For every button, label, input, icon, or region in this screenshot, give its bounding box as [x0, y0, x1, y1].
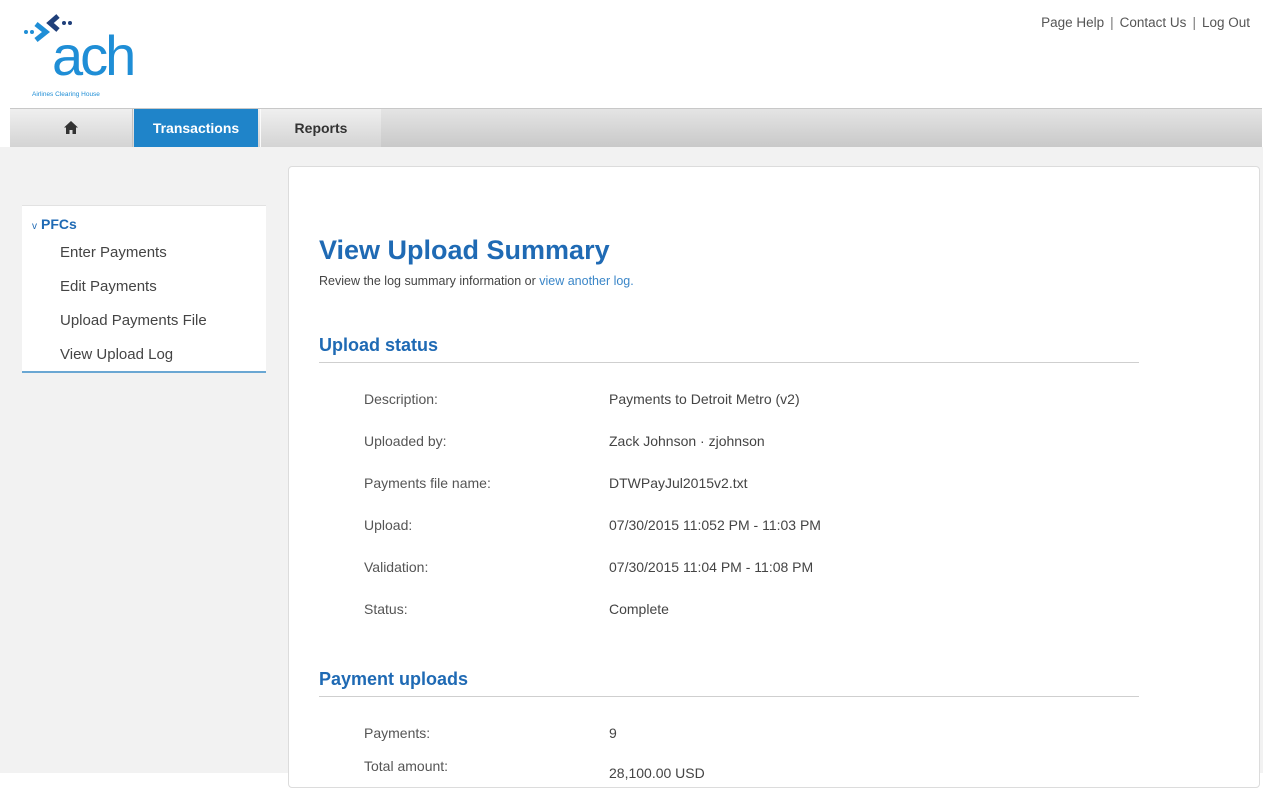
nav-filler [381, 109, 1262, 147]
link-separator: | [1110, 15, 1114, 30]
payments-value: 9 [609, 725, 617, 741]
header: ach Airlines Clearing House Page Help | Co… [0, 0, 1263, 108]
description-label: Description: [364, 391, 438, 407]
sidebar-item-view-upload-log[interactable]: View Upload Log [60, 346, 173, 363]
status-value: Complete [609, 601, 669, 617]
upload-value: 07/30/2015 11:052 PM - 11:03 PM [609, 517, 821, 533]
sidebar-item-enter-payments[interactable]: Enter Payments [60, 244, 167, 261]
sidebar: v PFCs Enter Payments Edit Payments Uploa… [22, 205, 266, 373]
content-panel: View Upload Summary Review the log summa… [288, 166, 1260, 788]
payments-label: Payments: [364, 725, 431, 741]
contact-us-link[interactable]: Contact Us [1120, 15, 1187, 30]
file-name-label: Payments file name: [364, 475, 491, 491]
sidebar-item-upload-payments-file[interactable]: Upload Payments File [60, 312, 207, 329]
logo-text: ach [52, 24, 136, 87]
file-name-value: DTWPayJul2015v2.txt [609, 475, 748, 491]
main-nav: Transactions Reports [10, 108, 1262, 148]
validation-label: Validation: [364, 559, 429, 575]
sidebar-item-edit-payments[interactable]: Edit Payments [60, 278, 157, 295]
page-title: View Upload Summary [319, 235, 610, 265]
section-title-payment-uploads: Payment uploads [319, 669, 1139, 697]
status-label: Status: [364, 601, 408, 617]
intro-prefix: Review the log summary information or [319, 274, 540, 288]
section-title-upload-status: Upload status [319, 335, 1139, 363]
sidebar-heading-pfcs[interactable]: v PFCs [32, 216, 77, 232]
nav-home[interactable] [10, 109, 133, 147]
validation-value: 07/30/2015 11:04 PM - 11:08 PM [609, 559, 814, 575]
ach-logo[interactable]: ach Airlines Clearing House [22, 10, 162, 104]
top-links: Page Help | Contact Us | Log Out [1041, 15, 1250, 30]
uploaded-by-value: Zack Johnson · zjohnson [609, 433, 765, 449]
upload-label: Upload: [364, 517, 413, 533]
link-separator: | [1192, 15, 1196, 30]
nav-transactions[interactable]: Transactions [134, 109, 258, 147]
view-another-log-link[interactable]: view another log. [539, 274, 634, 288]
nav-reports[interactable]: Reports [260, 109, 382, 147]
logo-tagline: Airlines Clearing House [32, 91, 100, 98]
total-amount-value: 28,100.00 USD [609, 765, 705, 781]
description-value: Payments to Detroit Metro (v2) [609, 391, 800, 407]
page-help-link[interactable]: Page Help [1041, 15, 1104, 30]
sidebar-heading-label: PFCs [41, 216, 77, 232]
chevron-down-icon: v [32, 221, 37, 232]
log-out-link[interactable]: Log Out [1202, 15, 1250, 30]
uploaded-by-label: Uploaded by: [364, 433, 447, 449]
home-icon [64, 121, 78, 134]
intro-text: Review the log summary information or vi… [319, 274, 634, 288]
total-amount-label: Total amount: [364, 758, 449, 774]
